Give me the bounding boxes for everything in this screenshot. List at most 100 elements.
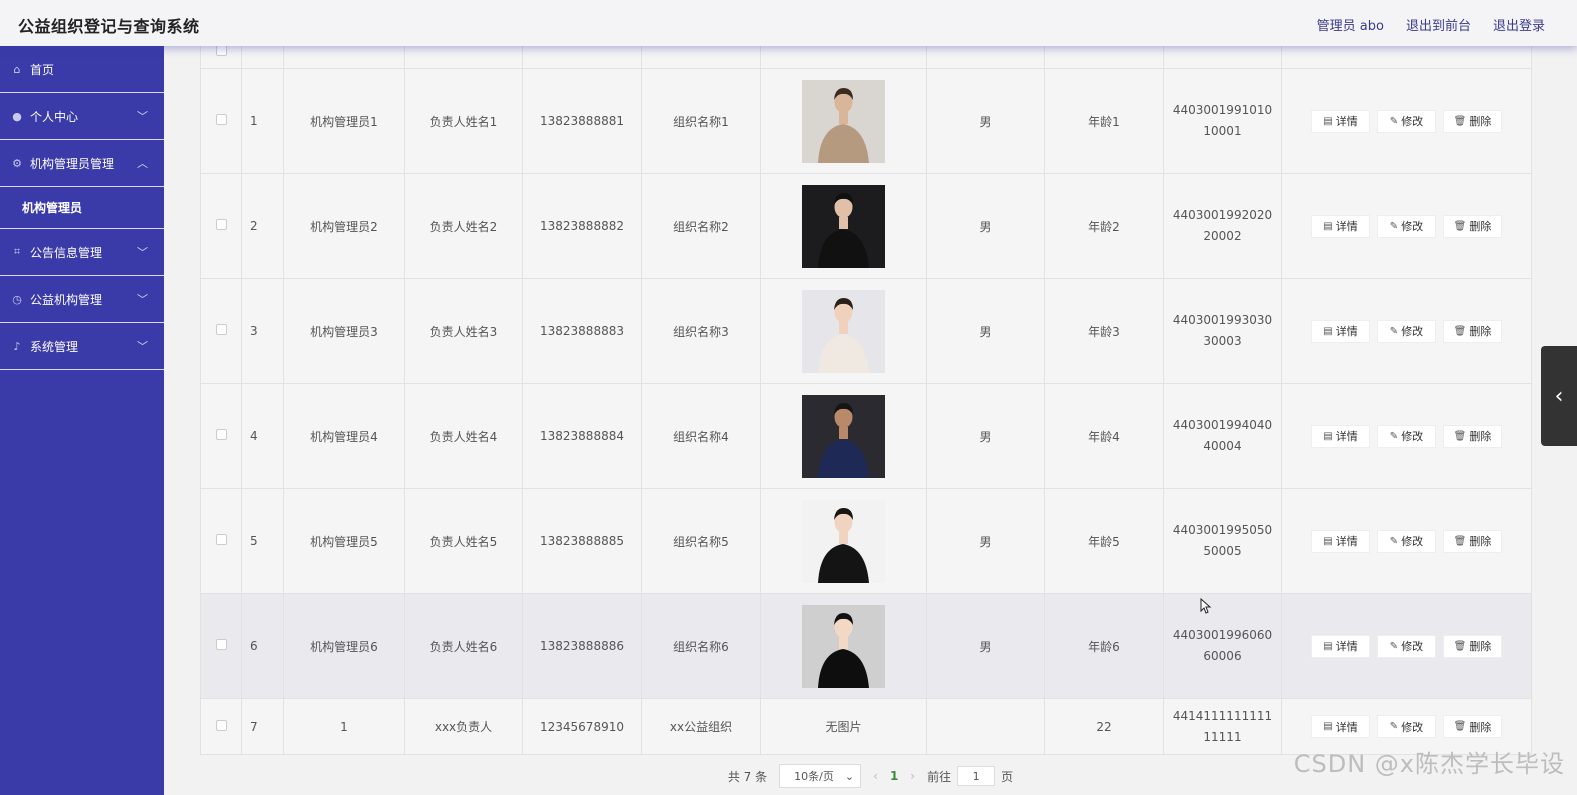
row-checkbox[interactable] xyxy=(215,639,227,650)
sidebar-item-label: 首页 xyxy=(30,62,55,77)
document-icon: ▤ xyxy=(1323,220,1333,232)
logout-link[interactable]: 退出登录 xyxy=(1493,15,1545,34)
idno-cell: 440300199202020002 xyxy=(1163,173,1282,279)
phone-cell: 13823888882 xyxy=(522,173,642,279)
mouse-cursor-icon xyxy=(1200,598,1212,614)
avatar-photo xyxy=(802,394,885,478)
pencil-icon: ✎ xyxy=(1389,535,1399,547)
edit-button[interactable]: ✎ 修改 xyxy=(1377,319,1436,343)
sidebar-subitem-admin[interactable]: 机构管理员 xyxy=(0,187,164,229)
row-actions: ▤ 详情 ✎ 修改 🗑 删除 xyxy=(1282,715,1531,738)
edit-button[interactable]: ✎ 修改 xyxy=(1377,424,1436,448)
photo-cell xyxy=(760,593,927,699)
edit-button[interactable]: ✎ 修改 xyxy=(1377,634,1436,658)
checkbox-cell[interactable] xyxy=(200,488,242,594)
phone-cell: 13823888881 xyxy=(522,68,642,174)
detail-button[interactable]: ▤ 详情 xyxy=(1311,715,1370,738)
account-cell: 1 xyxy=(283,698,405,755)
org-cell: xx公益组织 xyxy=(641,698,761,755)
detail-label: 详情 xyxy=(1335,720,1358,734)
detail-button[interactable]: ▤ 详情 xyxy=(1311,529,1370,553)
index-cell: 2 xyxy=(241,173,284,279)
age-cell: 年龄5 xyxy=(1044,488,1164,594)
top-right-links: 管理员 abo 退出到前台 退出登录 xyxy=(1317,15,1545,34)
row-checkbox[interactable] xyxy=(215,534,227,545)
delete-label: 删除 xyxy=(1469,535,1492,548)
row-actions: ▤ 详情 ✎ 修改 🗑 删除 xyxy=(1282,109,1531,133)
pencil-icon: ✎ xyxy=(1389,220,1399,232)
leader-cell: 负责人姓名4 xyxy=(404,383,523,489)
page-size-select[interactable]: 10条/页 ⌄ xyxy=(779,764,862,788)
current-page[interactable]: 1 xyxy=(890,769,898,783)
settings-icon: ⚙ xyxy=(12,156,22,170)
document-icon: ▤ xyxy=(1323,115,1333,127)
delete-button[interactable]: 🗑 删除 xyxy=(1443,634,1502,658)
goto-page-input[interactable]: 1 xyxy=(957,766,996,786)
phone-cell: 13823888886 xyxy=(522,593,642,699)
checkbox-cell[interactable] xyxy=(200,698,242,755)
document-icon: ▤ xyxy=(1323,535,1333,547)
delete-button[interactable]: 🗑 删除 xyxy=(1443,529,1502,553)
sidebar-item-system[interactable]: ♪ 系统管理 ﹀ xyxy=(0,323,164,370)
idno-cell: 440300199505050005 xyxy=(1163,488,1282,594)
detail-button[interactable]: ▤ 详情 xyxy=(1311,424,1370,448)
goto-label: 前往 xyxy=(927,769,952,784)
delete-button[interactable]: 🗑 删除 xyxy=(1443,424,1502,448)
avatar-photo xyxy=(802,604,885,688)
detail-button[interactable]: ▤ 详情 xyxy=(1311,214,1370,238)
photo-cell xyxy=(760,278,927,384)
sidebar-item-home[interactable]: ⌂ 首页 xyxy=(0,46,164,93)
checkbox-cell[interactable] xyxy=(200,68,242,174)
checkbox-cell[interactable] xyxy=(200,278,242,384)
table-row: 2 机构管理员2 负责人姓名2 13823888882 组织名称2 男 年龄2 … xyxy=(200,173,1532,279)
prev-page-button[interactable]: ‹ xyxy=(873,769,878,783)
delete-button[interactable]: 🗑 删除 xyxy=(1443,214,1502,238)
edit-button[interactable]: ✎ 修改 xyxy=(1377,214,1436,238)
row-checkbox[interactable] xyxy=(215,219,227,230)
delete-button[interactable]: 🗑 删除 xyxy=(1443,715,1502,738)
sidebar-item-profile[interactable]: ● 个人中心 ﹀ xyxy=(0,93,164,140)
sidebar-item-org-manage[interactable]: ◷ 公益机构管理 ﹀ xyxy=(0,276,164,323)
org-cell: 组织名称6 xyxy=(641,593,761,699)
table-row: 5 机构管理员5 负责人姓名5 13823888885 组织名称5 男 年龄5 … xyxy=(200,488,1532,594)
main-content: 1 机构管理员1 负责人姓名1 13823888881 组织名称1 男 年龄1 … xyxy=(164,46,1577,795)
top-bar: 公益组织登记与查询系统 管理员 abo 退出到前台 退出登录 xyxy=(0,0,1577,46)
account-cell: 机构管理员3 xyxy=(283,278,405,384)
leader-cell: 负责人姓名3 xyxy=(404,278,523,384)
pencil-icon: ✎ xyxy=(1389,721,1399,732)
edit-button[interactable]: ✎ 修改 xyxy=(1377,109,1436,133)
next-page-button[interactable]: › xyxy=(910,769,915,783)
detail-button[interactable]: ▤ 详情 xyxy=(1311,109,1370,133)
avatar-photo xyxy=(802,79,885,163)
table-header-cell xyxy=(926,46,1045,69)
checkbox-cell[interactable] xyxy=(200,593,242,699)
detail-button[interactable]: ▤ 详情 xyxy=(1311,319,1370,343)
delete-button[interactable]: 🗑 删除 xyxy=(1443,109,1502,133)
row-checkbox[interactable] xyxy=(215,429,227,440)
gender-cell xyxy=(926,698,1045,755)
delete-button[interactable]: 🗑 删除 xyxy=(1443,319,1502,343)
back-to-front-link[interactable]: 退出到前台 xyxy=(1406,15,1471,34)
checkbox-cell[interactable] xyxy=(200,383,242,489)
sidebar-item-notice-manage[interactable]: ⌗ 公告信息管理 ﹀ xyxy=(0,229,164,276)
idno-cell: 440300199101010001 xyxy=(1163,68,1282,174)
checkbox-cell[interactable] xyxy=(200,173,242,279)
row-checkbox[interactable] xyxy=(215,114,227,125)
select-all-checkbox[interactable] xyxy=(215,46,227,56)
photo-cell xyxy=(760,68,927,174)
sidebar-item-admin-manage[interactable]: ⚙ 机构管理员管理 ︿ xyxy=(0,140,164,187)
collapse-panel-tab[interactable]: ‹ xyxy=(1541,346,1577,446)
edit-button[interactable]: ✎ 修改 xyxy=(1377,529,1436,553)
row-actions: ▤ 详情 ✎ 修改 🗑 删除 xyxy=(1282,319,1531,343)
row-checkbox[interactable] xyxy=(215,324,227,335)
row-checkbox[interactable] xyxy=(215,719,227,731)
edit-button[interactable]: ✎ 修改 xyxy=(1377,715,1436,738)
header-checkbox-cell[interactable] xyxy=(200,46,242,69)
edit-label: 修改 xyxy=(1401,325,1424,338)
row-actions: ▤ 详情 ✎ 修改 🗑 删除 xyxy=(1282,424,1531,448)
admin-label[interactable]: 管理员 abo xyxy=(1317,15,1384,34)
photo-cell: 无图片 xyxy=(760,698,927,755)
table-row: 3 机构管理员3 负责人姓名3 13823888883 组织名称3 男 年龄3 … xyxy=(200,278,1532,384)
actions-cell: ▤ 详情 ✎ 修改 🗑 删除 xyxy=(1281,593,1532,699)
detail-button[interactable]: ▤ 详情 xyxy=(1311,634,1370,658)
